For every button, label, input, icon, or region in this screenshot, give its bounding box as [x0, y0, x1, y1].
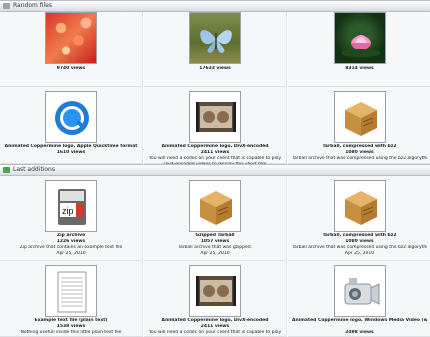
random-thumb-lotus[interactable]: [333, 12, 386, 64]
random-desc: Tarball archive that was compressed usin…: [292, 156, 427, 161]
last-desc: Tarball archive that was gzipped.: [177, 245, 253, 250]
lotus-icon: [340, 35, 381, 57]
last-addition-cell: zip Zip archive 1226 views Zip archive t…: [0, 176, 143, 261]
divx-film-image: [190, 92, 240, 142]
last-date: Apr 25, 2010: [344, 251, 375, 256]
random-file-cell: 8314 views: [288, 12, 430, 87]
last-views: 1226 views: [56, 239, 86, 244]
video-camera-icon: [344, 278, 379, 305]
last-desc: You will need a codec on your client tha…: [148, 330, 282, 335]
box-icon: [200, 191, 232, 225]
quicktime-image: [46, 92, 96, 142]
add-icon: [3, 167, 10, 173]
last-views: 1538 views: [56, 324, 86, 329]
zip-archive-icon: zip: [58, 189, 86, 225]
random-views: 9740 views: [56, 66, 86, 71]
last-desc: Zip archive that contains an example tex…: [19, 245, 123, 250]
tarball-image: [334, 92, 385, 142]
random-files-header: Random files: [0, 0, 430, 12]
random-desc: You will need a codec on your client tha…: [148, 156, 282, 161]
last-thumb-zip[interactable]: zip: [45, 180, 97, 232]
random-views: 8314 views: [345, 66, 374, 71]
last-addition-cell: Example text file (plain text) 1538 view…: [0, 261, 143, 337]
random-thumb-tarball[interactable]: [333, 91, 386, 143]
folder-icon: [3, 3, 10, 9]
random-title: Tarball, compressed with bz2: [322, 144, 397, 149]
random-title: Animated Coppermine logo, DivX-encoded: [161, 144, 269, 149]
random-files-title: Random files: [13, 2, 53, 9]
last-views: 2411 views: [200, 324, 230, 329]
butterfly-icon: [200, 30, 232, 53]
random-views: 1610 views: [56, 150, 86, 155]
random-file-cell: Tarball, compressed with bz2 1080 views …: [288, 87, 430, 164]
random-file-cell: Animated Coppermine logo, Apple Quicktim…: [0, 87, 143, 164]
random-file-cell: 17633 views: [144, 12, 287, 87]
zip-image: zip: [46, 181, 96, 231]
divx-film-image: [190, 266, 240, 316]
last-title: Gzipped Tarball: [195, 233, 235, 238]
last-addition-cell: Gzipped Tarball 1057 views Tarball archi…: [144, 176, 287, 261]
last-desc: Tarball archive that was compressed usin…: [292, 245, 427, 250]
last-additions-header: Last additions: [0, 164, 430, 176]
random-views: 17633 views: [199, 66, 231, 71]
last-thumb-gzip[interactable]: [189, 180, 241, 232]
quicktime-icon: [55, 101, 89, 135]
zip-label: zip: [62, 206, 74, 216]
last-date: Apr 25, 2010: [56, 251, 86, 256]
random-title: Animated Coppermine logo, Apple Quicktim…: [4, 144, 138, 149]
lotus-image: [334, 13, 385, 63]
random-views: 2411 views: [200, 150, 230, 155]
last-title: Animated Coppermine logo, Windows Media …: [292, 318, 427, 323]
last-thumb-tarball[interactable]: [333, 180, 386, 232]
last-thumb-wmv[interactable]: [333, 265, 386, 317]
flowers-image: [46, 13, 96, 63]
text-file-icon: [57, 271, 87, 313]
last-views: 2498 views: [345, 330, 374, 335]
film-reel-icon: [196, 102, 236, 132]
gzip-image: [190, 181, 240, 231]
last-title: Animated Coppermine logo, DivX-encoded: [161, 318, 269, 323]
last-thumb-divx[interactable]: [189, 265, 241, 317]
last-addition-cell: Animated Coppermine logo, DivX-encoded 2…: [144, 261, 287, 337]
last-title: Example text file (plain text): [34, 318, 108, 323]
random-thumb-flowers[interactable]: [45, 12, 97, 64]
last-thumb-text[interactable]: [45, 265, 97, 317]
gallery-frame: Random files 9740 views 17633 views 8314…: [0, 0, 430, 337]
last-addition-cell: Animated Coppermine logo, Windows Media …: [288, 261, 430, 337]
last-additions-grid: zip Zip archive 1226 views Zip archive t…: [0, 176, 430, 337]
random-views: 1080 views: [345, 150, 374, 155]
random-thumb-divx[interactable]: [189, 91, 241, 143]
last-additions-title: Last additions: [13, 166, 55, 173]
box-icon: [344, 191, 377, 225]
last-addition-cell: Tarball, compressed with bz2 1080 views …: [288, 176, 430, 261]
last-title: Tarball, compressed with bz2: [322, 233, 397, 238]
last-views: 1057 views: [200, 239, 230, 244]
last-views: 1080 views: [345, 239, 374, 244]
film-reel-icon: [196, 276, 236, 306]
random-files-grid: 9740 views 17633 views 8314 views Animat…: [0, 12, 430, 167]
last-desc: Nothing usefull inside this little plain…: [20, 330, 122, 335]
random-thumb-butterfly[interactable]: [189, 12, 241, 64]
last-title: Zip archive: [56, 233, 86, 238]
wmv-camera-image: [334, 266, 385, 316]
text-file-image: [46, 266, 96, 316]
random-thumb-quicktime[interactable]: [45, 91, 97, 143]
random-file-cell: 9740 views: [0, 12, 143, 87]
box-icon: [344, 102, 377, 136]
last-date: Apr 25, 2010: [200, 251, 230, 256]
random-file-cell: Animated Coppermine logo, DivX-encoded 2…: [144, 87, 287, 167]
tarball-image: [334, 181, 385, 231]
butterfly-image: [190, 13, 240, 63]
